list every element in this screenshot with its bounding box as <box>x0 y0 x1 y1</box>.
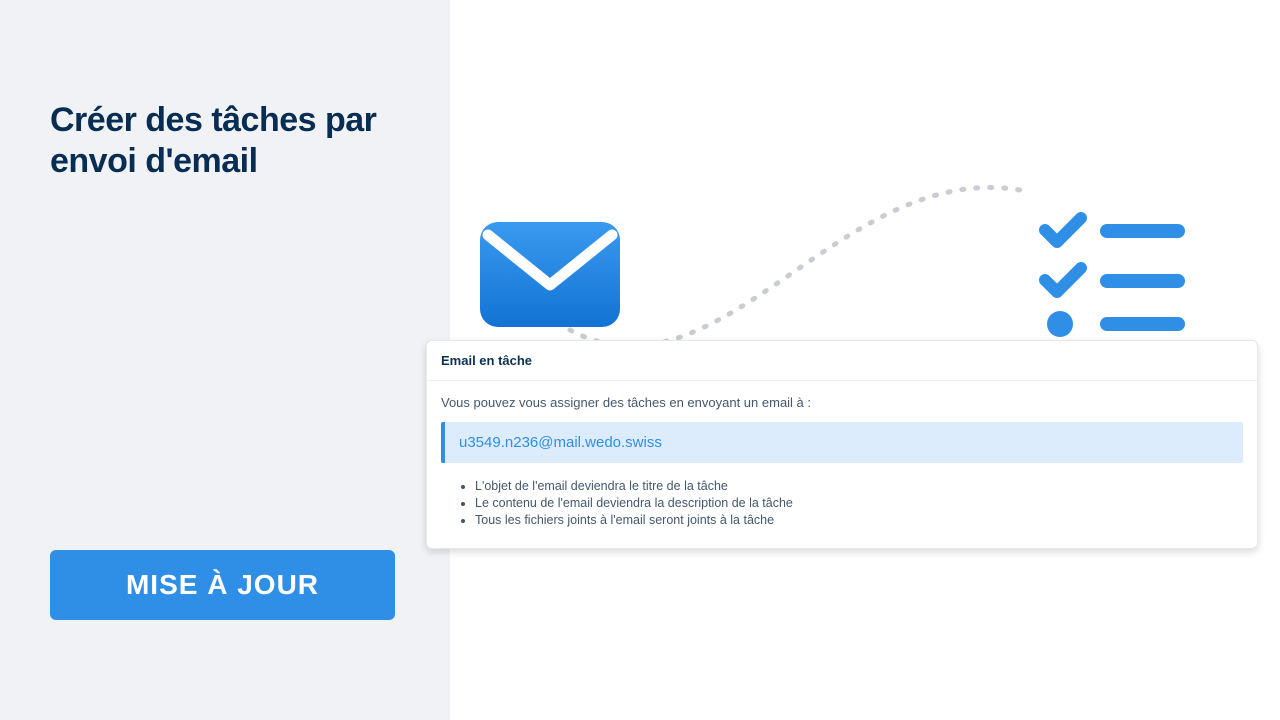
page-title: Créer des tâches par envoi d'email <box>50 100 400 182</box>
left-panel: Créer des tâches par envoi d'email MISE … <box>0 0 450 720</box>
list-item: L'objet de l'email deviendra le titre de… <box>475 479 1243 493</box>
task-email-address[interactable]: u3549.n236@mail.wedo.swiss <box>441 422 1243 463</box>
card-description: Vous pouvez vous assigner des tâches en … <box>441 395 1243 410</box>
card-bullet-list: L'objet de l'email deviendra le titre de… <box>441 479 1243 527</box>
email-task-card: Email en tâche Vous pouvez vous assigner… <box>426 340 1258 549</box>
checklist-icon <box>1045 218 1185 337</box>
list-item: Tous les fichiers joints à l'email seron… <box>475 513 1243 527</box>
right-panel: Email en tâche Vous pouvez vous assigner… <box>450 0 1280 720</box>
card-header: Email en tâche <box>427 341 1257 381</box>
list-item: Le contenu de l'email deviendra la descr… <box>475 496 1243 510</box>
update-button[interactable]: MISE À JOUR <box>50 550 395 620</box>
envelope-icon <box>480 222 620 327</box>
